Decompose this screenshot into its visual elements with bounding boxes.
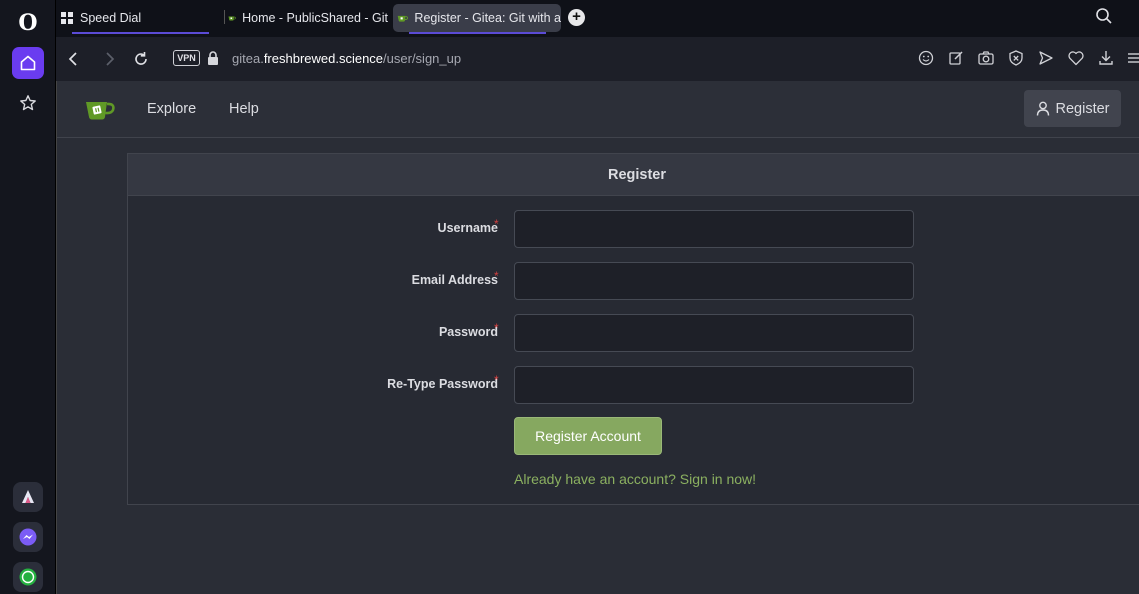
main-content: Register Username * Email Address * Pass… (57, 138, 1139, 594)
url-prefix: gitea. (232, 51, 264, 66)
nav-explore-link[interactable]: Explore (147, 101, 196, 117)
url-host: freshbrewed.science (263, 51, 384, 66)
retype-password-label: Re-Type Password (387, 377, 498, 391)
form-row-username: Username * (128, 210, 1139, 248)
tab-label: Register - Gitea: Git with a (414, 11, 561, 25)
address-bar: VPN gitea.freshbrewed.science/user/sign_… (56, 37, 1139, 81)
username-label: Username (437, 221, 498, 235)
url-path: /user/sign_up (383, 51, 462, 66)
gitea-icon (228, 16, 236, 21)
tab-label: Home - PublicShared - Git (242, 11, 388, 25)
signin-link[interactable]: Already have an account? Sign in now! (514, 471, 756, 487)
retype-password-input[interactable] (514, 366, 914, 404)
required-marker: * (494, 217, 499, 231)
forward-icon[interactable] (100, 50, 118, 68)
tab-separator (224, 10, 225, 24)
opera-logo[interactable]: O (13, 8, 43, 38)
new-tab-button[interactable]: + (568, 9, 585, 26)
edit-icon[interactable] (947, 49, 965, 67)
nav-register-button[interactable]: Register (1024, 90, 1121, 127)
gitea-navbar: Explore Help Register (57, 81, 1139, 138)
gitea-logo-icon[interactable] (84, 96, 116, 122)
emoji-icon[interactable] (917, 49, 935, 67)
search-icon[interactable] (1095, 7, 1113, 25)
form-row-email: Email Address * (128, 262, 1139, 300)
tab-home-publicshared[interactable]: Home - PublicShared - Git (228, 4, 388, 32)
shield-icon[interactable] (1007, 49, 1025, 67)
password-label: Password (438, 325, 498, 339)
register-account-button[interactable]: Register Account (514, 417, 662, 455)
page-viewport: Explore Help Register Register Username … (56, 81, 1139, 594)
tab-strip: Speed Dial Home - PublicShared - Git Reg… (56, 0, 1139, 37)
password-input[interactable] (514, 314, 914, 352)
email-input[interactable] (514, 262, 914, 300)
vpn-badge[interactable]: VPN (173, 50, 200, 66)
back-icon[interactable] (65, 50, 83, 68)
nav-help-link[interactable]: Help (229, 101, 259, 117)
username-input[interactable] (514, 210, 914, 248)
download-icon[interactable] (1097, 49, 1115, 67)
messenger-icon[interactable] (13, 522, 43, 552)
email-label: Email Address (411, 273, 498, 287)
whatsapp-icon[interactable] (13, 562, 43, 592)
tab-indicator (72, 32, 209, 34)
form-row-retype-password: Re-Type Password * (128, 366, 1139, 404)
register-card: Register Username * Email Address * Pass… (127, 153, 1139, 505)
heart-icon[interactable] (1067, 49, 1085, 67)
tab-indicator (409, 32, 546, 34)
nav-register-label: Register (1055, 100, 1110, 117)
tab-register[interactable]: Register - Gitea: Git with a (393, 4, 561, 32)
menu-icon[interactable] (1125, 49, 1139, 67)
speed-dial-icon (61, 12, 73, 24)
tab-speed-dial[interactable]: Speed Dial (60, 4, 210, 32)
browser-sidebar: O (0, 0, 56, 594)
form-row-password: Password * (128, 314, 1139, 352)
camera-icon[interactable] (977, 49, 995, 67)
aria-icon[interactable] (13, 482, 43, 512)
required-marker: * (494, 373, 499, 387)
reload-icon[interactable] (132, 50, 150, 68)
required-marker: * (494, 321, 499, 335)
url-text[interactable]: gitea.freshbrewed.science/user/sign_up (232, 51, 461, 66)
required-marker: * (494, 269, 499, 283)
send-icon[interactable] (1037, 49, 1055, 67)
register-card-title: Register (128, 154, 1139, 196)
gitea-icon (397, 15, 408, 22)
star-icon[interactable] (12, 87, 44, 119)
user-icon (1036, 101, 1049, 116)
home-icon[interactable] (12, 47, 44, 79)
lock-icon[interactable] (206, 50, 220, 66)
tab-label: Speed Dial (80, 11, 142, 25)
